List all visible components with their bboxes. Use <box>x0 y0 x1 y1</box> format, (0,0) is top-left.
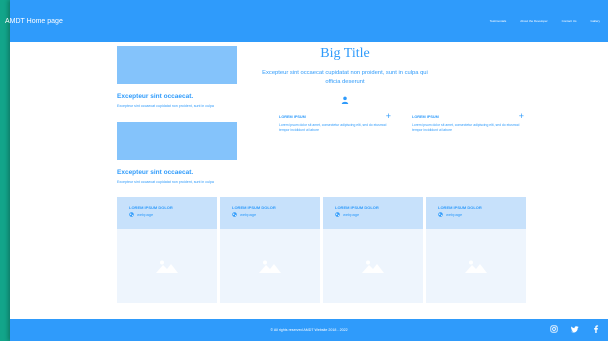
image-placeholder-icon <box>465 260 487 273</box>
feature-title: Excepteur sint occaecat. <box>117 169 194 176</box>
accordion-item: LOREM IPSUM + Lorem ipsum dolor sit amet… <box>412 112 524 133</box>
accordion-header[interactable]: LOREM IPSUM + <box>412 112 524 121</box>
feature-title: Excepteur sint occaecat. <box>117 93 194 100</box>
page: AMDT Home page Testimonials About the De… <box>5 0 608 341</box>
card-link[interactable]: webpage <box>335 212 423 217</box>
card-link-text[interactable]: webpage <box>240 212 256 217</box>
feature-block: Excepteur sint occaecat. Excepteur sint … <box>117 122 247 184</box>
globe-icon <box>335 212 340 217</box>
accordion-title: LOREM IPSUM <box>279 114 306 119</box>
feature-image <box>117 46 237 84</box>
header: AMDT Home page Testimonials About the De… <box>5 0 608 42</box>
nav-link-gallery[interactable]: Gallery <box>590 19 600 23</box>
card-link[interactable]: webpage <box>129 212 217 217</box>
hero: Big Title Excepteur sint occaecat cupida… <box>260 46 430 104</box>
facebook-icon[interactable] <box>592 325 600 333</box>
card-link-text[interactable]: webpage <box>343 212 359 217</box>
accordion-title: LOREM IPSUM <box>412 114 439 119</box>
card-image <box>426 229 526 303</box>
nav-link-testimonials[interactable]: Testimonials <box>490 19 507 23</box>
image-placeholder-icon <box>259 260 281 273</box>
image-placeholder-icon <box>362 260 384 273</box>
globe-icon <box>438 212 443 217</box>
accordion-header[interactable]: LOREM IPSUM + <box>279 112 391 121</box>
copyright-text: © All rights reserved AMDT Website 2018 … <box>270 328 348 332</box>
card-header: LOREM IPSUM DOLOR webpage <box>117 197 217 229</box>
user-icon <box>341 96 349 104</box>
card: LOREM IPSUM DOLOR webpage <box>426 197 526 303</box>
card: LOREM IPSUM DOLOR webpage <box>220 197 320 303</box>
plus-icon[interactable]: + <box>519 112 524 121</box>
card-header: LOREM IPSUM DOLOR webpage <box>426 197 526 229</box>
feature-block: Excepteur sint occaecat. Excepteur sint … <box>117 46 247 108</box>
card-link[interactable]: webpage <box>438 212 526 217</box>
accordion-item: LOREM IPSUM + Lorem ipsum dolor sit amet… <box>279 112 391 133</box>
accordion-text: Lorem ipsum dolor sit amet, consectetur … <box>412 123 520 132</box>
nav-link-about-developer[interactable]: About the Developer <box>520 19 547 23</box>
feature-text: Excepteur sint occaecat cupidatat non pr… <box>117 180 214 184</box>
card-header: LOREM IPSUM DOLOR webpage <box>323 197 423 229</box>
card-image <box>220 229 320 303</box>
footer: © All rights reserved AMDT Website 2018 … <box>10 319 608 341</box>
card: LOREM IPSUM DOLOR webpage <box>117 197 217 303</box>
card-image <box>117 229 217 303</box>
instagram-icon[interactable] <box>550 325 558 333</box>
card-link-text[interactable]: webpage <box>446 212 462 217</box>
globe-icon <box>129 212 134 217</box>
card-title: LOREM IPSUM DOLOR <box>335 205 379 210</box>
plus-icon[interactable]: + <box>386 112 391 121</box>
card-link-text[interactable]: webpage <box>137 212 153 217</box>
card-header: LOREM IPSUM DOLOR webpage <box>220 197 320 229</box>
globe-icon <box>232 212 237 217</box>
card-link[interactable]: webpage <box>232 212 320 217</box>
feature-image <box>117 122 237 160</box>
left-column: Excepteur sint occaecat. Excepteur sint … <box>117 46 247 184</box>
card-row: LOREM IPSUM DOLOR webpage LOREM IPSUM DO… <box>117 197 526 303</box>
nav-link-contact[interactable]: Contact Us <box>562 19 577 23</box>
nav: Testimonials About the Developer Contact… <box>490 19 600 23</box>
card-title: LOREM IPSUM DOLOR <box>129 205 173 210</box>
image-placeholder-icon <box>156 260 178 273</box>
hero-subtitle: Excepteur sint occaecat cupidatat non pr… <box>262 70 428 85</box>
card-title: LOREM IPSUM DOLOR <box>438 205 482 210</box>
page-title: Big Title <box>320 46 370 61</box>
card-title: LOREM IPSUM DOLOR <box>232 205 276 210</box>
card-image <box>323 229 423 303</box>
accordion-text: Lorem ipsum dolor sit amet, consectetur … <box>279 123 387 132</box>
feature-text: Excepteur sint occaecat cupidatat non pr… <box>117 104 214 108</box>
twitter-icon[interactable] <box>571 325 579 333</box>
social-links <box>550 325 600 333</box>
card: LOREM IPSUM DOLOR webpage <box>323 197 423 303</box>
brand-title[interactable]: AMDT Home page <box>5 18 63 25</box>
